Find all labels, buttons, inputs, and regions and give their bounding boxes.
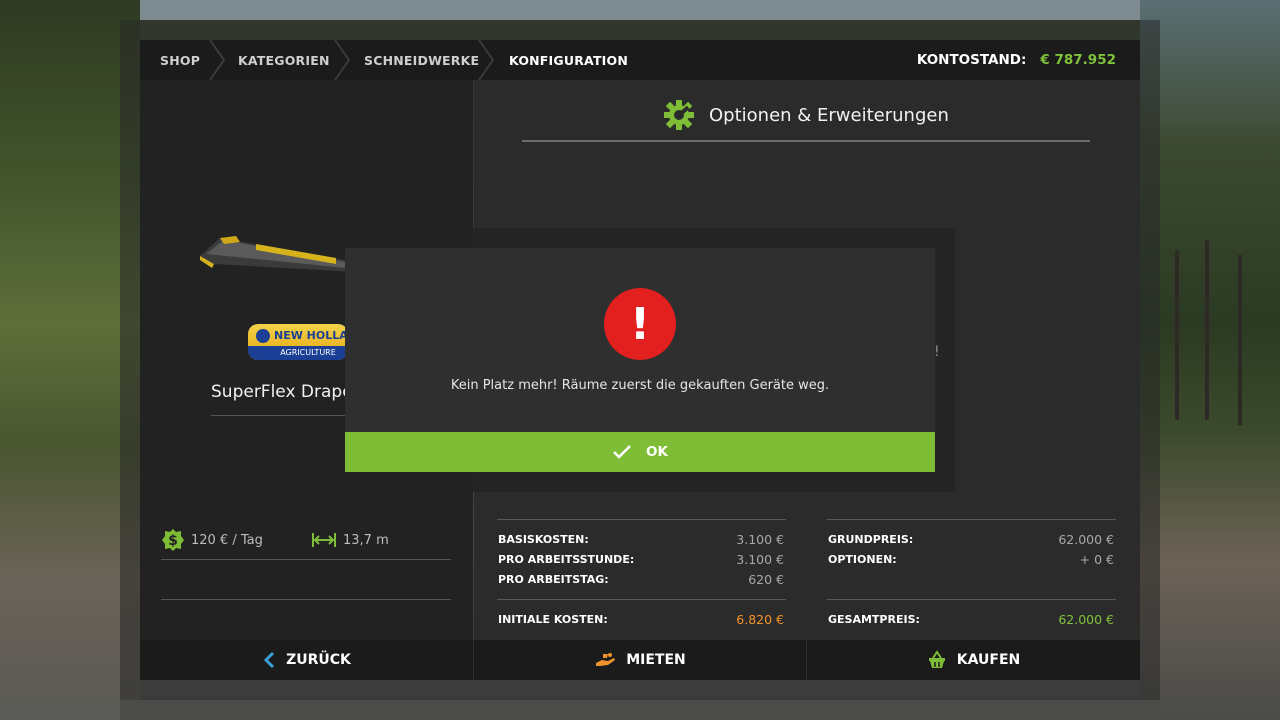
divider bbox=[161, 559, 451, 560]
cost-value-basis: 3.100 € bbox=[736, 532, 784, 547]
cost-value-total: 62.000 € bbox=[1058, 612, 1114, 627]
account-balance: KONTOSTAND: € 787.952 bbox=[917, 40, 1116, 80]
brand-logo: NEW HOLLAND AGRICULTURE bbox=[248, 324, 348, 360]
width-stat: 13,7 m bbox=[311, 527, 389, 553]
bottom-bar: ZURÜCK MIETEN KAUFEN bbox=[140, 640, 1140, 680]
divider bbox=[827, 519, 1116, 520]
background-scenery-right bbox=[1140, 0, 1280, 720]
buy-button-label: KAUFEN bbox=[956, 652, 1021, 668]
balance-amount: € 787.952 bbox=[1040, 52, 1116, 68]
cost-label-initial: INITIALE KOSTEN: bbox=[498, 613, 608, 626]
breadcrumb-label: KONFIGURATION bbox=[509, 52, 629, 68]
divider bbox=[827, 599, 1116, 600]
cost-label-per-day: PRO ARBEITSTAG: bbox=[498, 573, 609, 586]
buy-button[interactable]: KAUFEN bbox=[807, 640, 1140, 680]
buy-basket-icon bbox=[928, 650, 945, 668]
breadcrumb-separator-icon bbox=[209, 40, 226, 80]
rent-button[interactable]: MIETEN bbox=[474, 640, 807, 680]
money-icon: $ bbox=[162, 529, 184, 551]
rent-per-day-value: 120 € / Tag bbox=[191, 532, 263, 548]
breadcrumb-label: KATEGORIEN bbox=[238, 52, 330, 68]
background-ground bbox=[120, 700, 1160, 720]
rent-button-label: MIETEN bbox=[626, 652, 686, 668]
fence-post bbox=[1175, 250, 1179, 420]
cost-label-total: GESAMTPREIS: bbox=[828, 613, 920, 626]
back-button-label: ZURÜCK bbox=[286, 652, 351, 668]
rent-per-day-stat: $ 120 € / Tag bbox=[161, 527, 263, 553]
breadcrumb-separator-icon bbox=[478, 40, 495, 80]
cost-value-options: + 0 € bbox=[1079, 552, 1114, 567]
divider bbox=[522, 140, 1090, 142]
divider bbox=[161, 599, 451, 600]
background-sky bbox=[140, 0, 1140, 20]
ok-button[interactable]: OK bbox=[345, 432, 935, 472]
options-header: Optionen & Erweiterungen bbox=[663, 98, 949, 132]
brand-leaf-icon bbox=[256, 329, 270, 343]
divider bbox=[497, 599, 786, 600]
fence-post bbox=[1238, 255, 1242, 425]
balance-label: KONTOSTAND: bbox=[916, 52, 1027, 68]
top-bar: SHOP KATEGORIEN SCHNEIDWERKE KONFIGURATI… bbox=[140, 40, 1140, 80]
cost-value-per-hour: 3.100 € bbox=[736, 552, 784, 567]
back-button[interactable]: ZURÜCK bbox=[140, 640, 474, 680]
product-name: SuperFlex Draper bbox=[211, 382, 345, 402]
checkmark-icon bbox=[613, 445, 631, 459]
breadcrumb-separator-icon bbox=[334, 40, 351, 80]
divider bbox=[497, 519, 786, 520]
cost-value-per-day: 620 € bbox=[748, 572, 784, 587]
width-value: 13,7 m bbox=[343, 532, 389, 548]
cost-label-basis: BASISKOSTEN: bbox=[498, 533, 589, 546]
breadcrumb-konfiguration: KONFIGURATION bbox=[509, 40, 628, 80]
brand-subtitle: AGRICULTURE bbox=[248, 346, 348, 360]
breadcrumb-shop[interactable]: SHOP bbox=[160, 40, 200, 80]
cost-label-per-hour: PRO ARBEITSSTUNDE: bbox=[498, 553, 635, 566]
rent-hand-icon bbox=[596, 653, 616, 666]
brand-name: NEW HOLLAND bbox=[274, 329, 348, 342]
dialog-message: Kein Platz mehr! Räume zuerst die gekauf… bbox=[450, 378, 830, 393]
cost-value-initial: 6.820 € bbox=[736, 612, 784, 627]
breadcrumb-kategorien[interactable]: KATEGORIEN bbox=[238, 40, 330, 80]
breadcrumb-label: SCHNEIDWERKE bbox=[364, 52, 480, 68]
breadcrumb-label: SHOP bbox=[160, 52, 201, 68]
breadcrumb-schneidwerke[interactable]: SCHNEIDWERKE bbox=[364, 40, 479, 80]
cost-value-base-price: 62.000 € bbox=[1058, 532, 1114, 547]
cost-label-options: OPTIONEN: bbox=[828, 553, 897, 566]
ok-button-label: OK bbox=[646, 444, 668, 460]
options-title: Optionen & Erweiterungen bbox=[709, 104, 949, 126]
alert-icon: ! bbox=[604, 288, 676, 360]
cost-label-base-price: GRUNDPREIS: bbox=[828, 533, 914, 546]
background-scenery-left bbox=[0, 0, 140, 720]
machine-image bbox=[200, 236, 356, 272]
svg-text:$: $ bbox=[168, 533, 178, 549]
back-arrow-icon bbox=[263, 651, 275, 669]
divider bbox=[211, 415, 345, 416]
options-gear-icon bbox=[664, 100, 694, 130]
fence-post bbox=[1205, 240, 1209, 420]
width-icon bbox=[312, 533, 336, 547]
breadcrumb: SHOP KATEGORIEN SCHNEIDWERKE KONFIGURATI… bbox=[140, 40, 840, 80]
alert-symbol: ! bbox=[629, 298, 651, 350]
